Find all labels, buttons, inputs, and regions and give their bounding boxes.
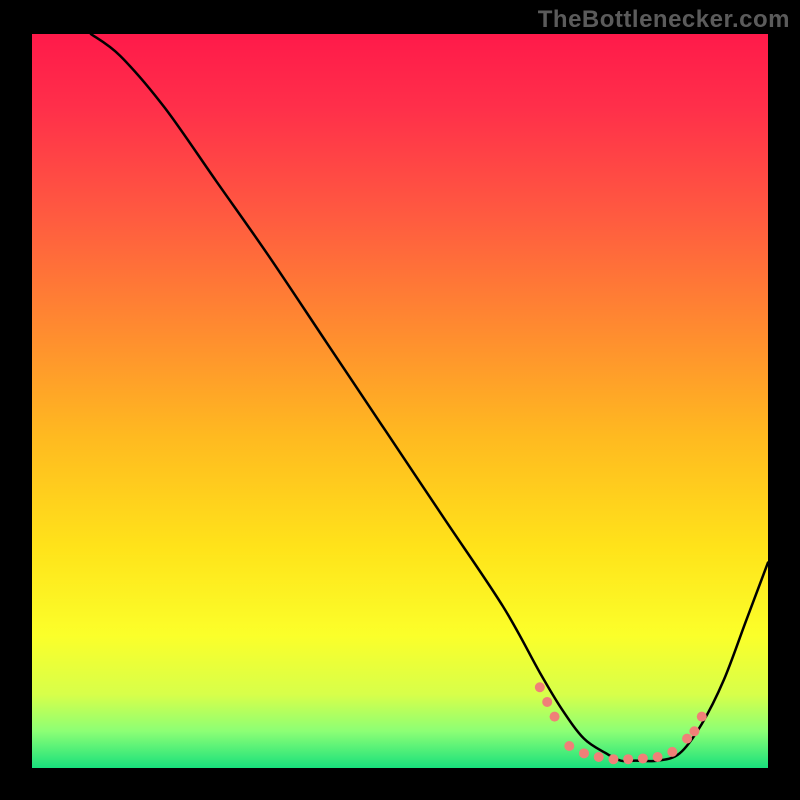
highlight-dot <box>623 754 633 764</box>
chart-frame: TheBottlenecker.com <box>0 0 800 800</box>
highlight-dot <box>682 734 692 744</box>
highlight-dot <box>638 753 648 763</box>
highlight-dot <box>667 747 677 757</box>
highlight-dot <box>697 712 707 722</box>
highlight-dot <box>542 697 552 707</box>
highlight-dot <box>535 682 545 692</box>
highlight-dot <box>608 754 618 764</box>
highlight-dot <box>550 712 560 722</box>
watermark-text: TheBottlenecker.com <box>538 6 790 34</box>
highlight-dot <box>689 726 699 736</box>
highlight-dot <box>653 752 663 762</box>
plot-area <box>32 34 768 768</box>
highlight-dot <box>564 741 574 751</box>
highlight-dots <box>32 34 768 768</box>
highlight-dot <box>594 752 604 762</box>
highlight-dot <box>579 748 589 758</box>
